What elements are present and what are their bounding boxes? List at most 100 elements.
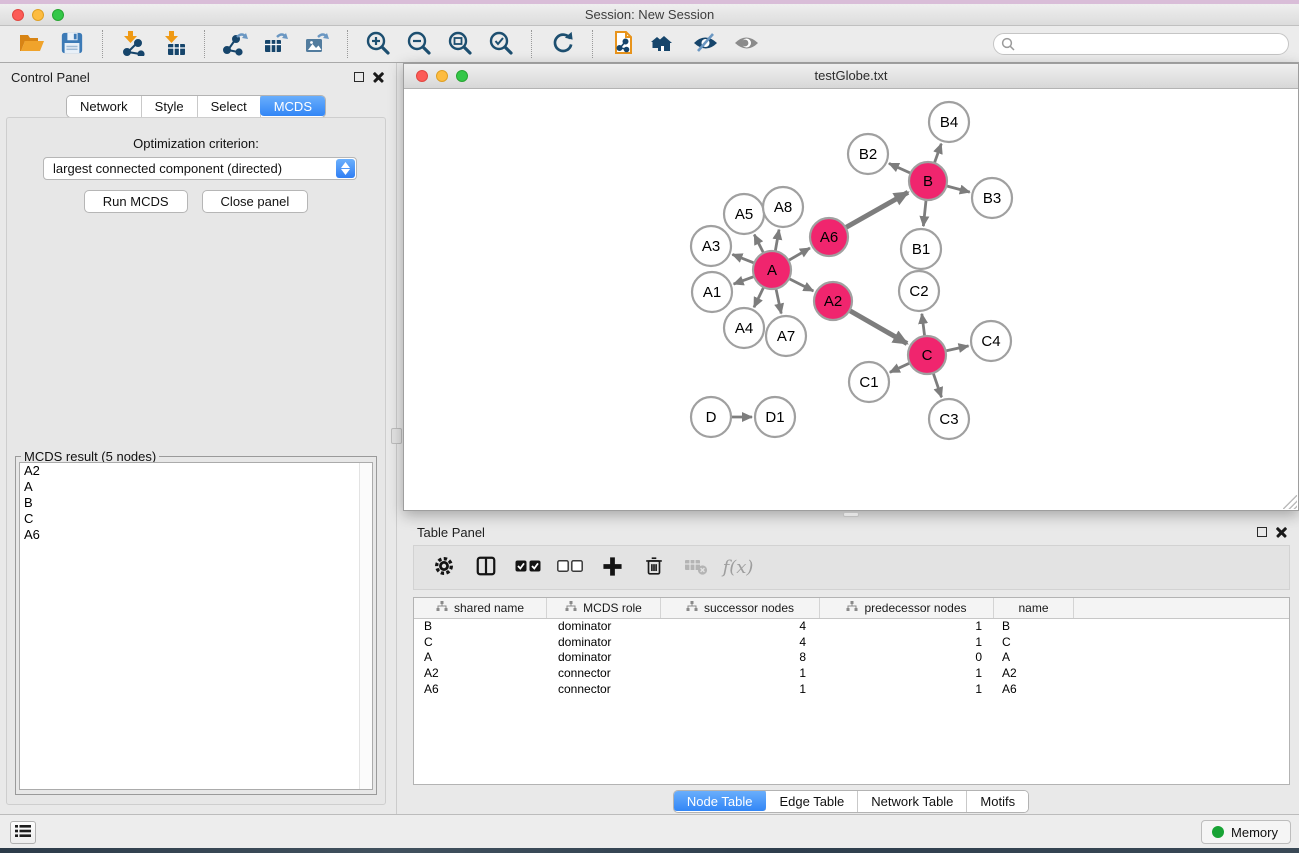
tab-network[interactable]: Network xyxy=(67,96,142,117)
save-session-button[interactable] xyxy=(55,29,89,59)
table-cell[interactable]: connector xyxy=(547,666,661,682)
graph-node-A2[interactable]: A2 xyxy=(814,282,852,320)
result-item[interactable]: A2 xyxy=(20,463,372,479)
table-cell[interactable]: 1 xyxy=(661,682,820,698)
tab-style[interactable]: Style xyxy=(142,96,198,117)
search-input[interactable] xyxy=(993,33,1289,55)
graph-node-C3[interactable]: C3 xyxy=(929,399,969,439)
table-tab-node-table[interactable]: Node Table xyxy=(673,790,768,811)
table-row[interactable]: Adominator80A xyxy=(414,650,1289,666)
zoom-in-button[interactable] xyxy=(361,29,395,59)
window-resize-grip[interactable] xyxy=(1283,495,1297,509)
export-network-button[interactable] xyxy=(218,29,252,59)
table-settings-button[interactable] xyxy=(430,553,458,583)
network-canvas[interactable]: AA1A2A3A4A5A6A7A8BB1B2B3B4CC1C2C3C4DD1 xyxy=(404,89,1298,510)
import-network-button[interactable] xyxy=(116,29,150,59)
table-tab-network-table[interactable]: Network Table xyxy=(858,791,967,812)
optimization-dropdown[interactable]: largest connected component (directed) xyxy=(43,157,357,180)
zoom-fit-button[interactable] xyxy=(443,29,477,59)
tab-select[interactable]: Select xyxy=(198,96,261,117)
table-cell[interactable]: 1 xyxy=(820,666,994,682)
delete-table-button[interactable] xyxy=(682,553,710,583)
table-cell[interactable]: 1 xyxy=(820,682,994,698)
table-row[interactable]: A6connector11A6 xyxy=(414,682,1289,698)
table-cell[interactable]: B xyxy=(414,619,547,635)
close-panel-icon[interactable] xyxy=(373,71,384,82)
graph-node-A1[interactable]: A1 xyxy=(692,272,732,312)
table-cell[interactable]: A2 xyxy=(414,666,547,682)
table-cell[interactable]: 1 xyxy=(820,635,994,651)
result-item[interactable]: A6 xyxy=(20,527,372,543)
table-cell[interactable]: 8 xyxy=(661,650,820,666)
run-mcds-button[interactable]: Run MCDS xyxy=(84,190,188,213)
vertical-splitter-grip[interactable] xyxy=(391,428,402,444)
float-panel-icon[interactable] xyxy=(354,72,364,82)
function-builder-button[interactable]: f(x) xyxy=(724,553,752,583)
table-tab-edge-table[interactable]: Edge Table xyxy=(766,791,858,812)
column-header-name[interactable]: name xyxy=(994,598,1074,618)
table-cell[interactable]: C xyxy=(414,635,547,651)
result-item[interactable]: C xyxy=(20,511,372,527)
table-cell[interactable]: 4 xyxy=(661,635,820,651)
task-history-button[interactable] xyxy=(10,821,36,844)
graph-node-B4[interactable]: B4 xyxy=(929,102,969,142)
table-cell[interactable]: 1 xyxy=(661,666,820,682)
table-tab-motifs[interactable]: Motifs xyxy=(967,791,1028,812)
mcds-result-list[interactable]: A2ABCA6 xyxy=(19,462,373,790)
graph-node-C1[interactable]: C1 xyxy=(849,362,889,402)
horizontal-splitter-grip[interactable] xyxy=(843,512,859,517)
table-cell[interactable]: A xyxy=(414,650,547,666)
hide-selected-button[interactable] xyxy=(688,29,722,59)
memory-button[interactable]: Memory xyxy=(1201,820,1291,844)
table-cell[interactable]: A6 xyxy=(414,682,547,698)
column-header-predecessor-nodes[interactable]: predecessor nodes xyxy=(820,598,994,618)
graph-node-D[interactable]: D xyxy=(691,397,731,437)
deselect-all-button[interactable] xyxy=(556,553,584,583)
zoom-out-button[interactable] xyxy=(402,29,436,59)
table-cell[interactable]: B xyxy=(994,619,1074,635)
graph-node-A6[interactable]: A6 xyxy=(810,218,848,256)
column-header-shared-name[interactable]: shared name xyxy=(414,598,547,618)
graph-node-A3[interactable]: A3 xyxy=(691,226,731,266)
table-cell[interactable]: A6 xyxy=(994,682,1074,698)
table-cell[interactable]: 0 xyxy=(820,650,994,666)
table-row[interactable]: A2connector11A2 xyxy=(414,666,1289,682)
float-table-panel-icon[interactable] xyxy=(1257,527,1267,537)
export-table-button[interactable] xyxy=(259,29,293,59)
graph-node-B2[interactable]: B2 xyxy=(848,134,888,174)
home-layout-button[interactable] xyxy=(647,29,681,59)
tab-mcds[interactable]: MCDS xyxy=(260,95,326,116)
graph-node-C2[interactable]: C2 xyxy=(899,271,939,311)
column-header-successor-nodes[interactable]: successor nodes xyxy=(661,598,820,618)
table-row[interactable]: Cdominator41C xyxy=(414,635,1289,651)
graph-node-C[interactable]: C xyxy=(908,336,946,374)
table-cell[interactable]: connector xyxy=(547,682,661,698)
add-column-button[interactable] xyxy=(598,553,626,583)
export-image-button[interactable] xyxy=(300,29,334,59)
table-cell[interactable]: dominator xyxy=(547,619,661,635)
zoom-selected-button[interactable] xyxy=(484,29,518,59)
table-cell[interactable]: 4 xyxy=(661,619,820,635)
result-item[interactable]: B xyxy=(20,495,372,511)
import-table-button[interactable] xyxy=(157,29,191,59)
table-row[interactable]: Bdominator41B xyxy=(414,619,1289,635)
graph-node-C4[interactable]: C4 xyxy=(971,321,1011,361)
graph-node-B3[interactable]: B3 xyxy=(972,178,1012,218)
close-panel-button[interactable]: Close panel xyxy=(202,190,309,213)
column-browser-button[interactable] xyxy=(472,553,500,583)
select-all-button[interactable] xyxy=(514,553,542,583)
show-all-button[interactable] xyxy=(729,29,763,59)
graph-node-B1[interactable]: B1 xyxy=(901,229,941,269)
table-cell[interactable]: A xyxy=(994,650,1074,666)
result-item[interactable]: A xyxy=(20,479,372,495)
graph-node-A4[interactable]: A4 xyxy=(724,308,764,348)
clone-network-button[interactable] xyxy=(606,29,640,59)
graph-node-A7[interactable]: A7 xyxy=(766,316,806,356)
graph-node-D1[interactable]: D1 xyxy=(755,397,795,437)
graph-node-A8[interactable]: A8 xyxy=(763,187,803,227)
column-header-MCDS-role[interactable]: MCDS role xyxy=(547,598,661,618)
table-cell[interactable]: dominator xyxy=(547,650,661,666)
graph-node-A5[interactable]: A5 xyxy=(724,194,764,234)
open-session-button[interactable] xyxy=(14,29,48,59)
table-cell[interactable]: A2 xyxy=(994,666,1074,682)
